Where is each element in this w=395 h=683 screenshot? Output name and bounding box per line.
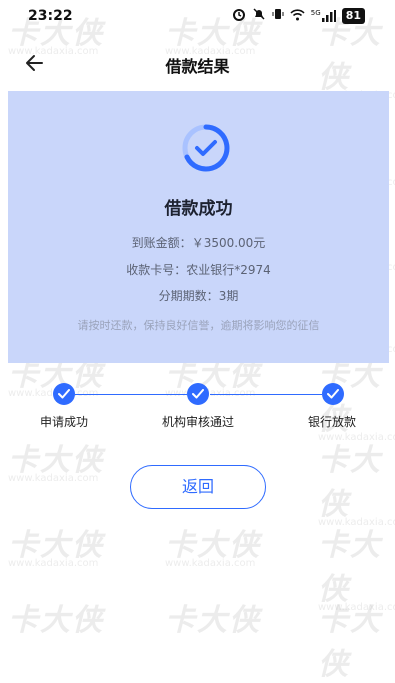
nav-bar: 借款结果 [0,42,395,84]
step-connector [75,394,187,395]
step-check-icon [322,383,344,405]
mute-icon [252,7,266,24]
wifi-icon [290,8,305,24]
watermark: 卡大侠www.kadaxia.com [165,528,261,569]
watermark: 卡大侠 [165,603,261,638]
battery-indicator: 81 [341,7,365,24]
step-check-icon [187,383,209,405]
status-bar: 23:22 5G 81 [0,0,395,34]
step-connector [210,394,322,395]
term-row: 分期期数：3期 [8,287,389,304]
step-label-review: 机构审核通过 [162,415,235,429]
cellular-signal-icon: 5G [311,9,336,22]
amount-label: 到账金额： [131,236,192,250]
progress-steps: 申请成功 机构审核通过 银行放款 [0,380,395,440]
repayment-notice: 请按时还款，保持良好信誉，逾期将影响您的征信 [77,319,320,332]
term-label: 分期期数： [158,289,219,303]
watermark: 卡大侠www.kadaxia.com [318,528,395,613]
card-value: 农业银行*2974 [186,263,271,277]
vibrate-icon [272,7,284,24]
page-title: 借款结果 [165,57,230,76]
status-icons: 5G 81 [232,7,365,24]
watermark: 卡大侠 [8,603,104,638]
amount-row: 到账金额：￥3500.00元 [8,234,389,251]
watermark: 卡大侠 [318,603,382,682]
amount-value: ￥3500.00元 [191,236,266,250]
watermark: 卡大侠www.kadaxia.com [318,443,395,528]
watermark: 卡大侠www.kadaxia.com [8,528,104,569]
alarm-icon [232,7,246,24]
return-button[interactable]: 返回 [130,465,266,509]
success-check-icon [181,123,231,173]
step-check-icon [53,383,75,405]
step-label-disburse: 银行放款 [308,415,357,429]
step-label-apply: 申请成功 [40,415,89,429]
term-value: 3期 [218,289,239,303]
card-row: 收款卡号：农业银行*2974 [8,261,389,278]
result-title: 借款成功 [164,199,233,219]
status-time: 23:22 [28,8,73,24]
card-label: 收款卡号： [126,263,187,277]
watermark: 卡大侠www.kadaxia.com [8,443,104,484]
result-panel: 借款成功 到账金额：￥3500.00元 收款卡号：农业银行*2974 分期期数：… [8,91,389,363]
